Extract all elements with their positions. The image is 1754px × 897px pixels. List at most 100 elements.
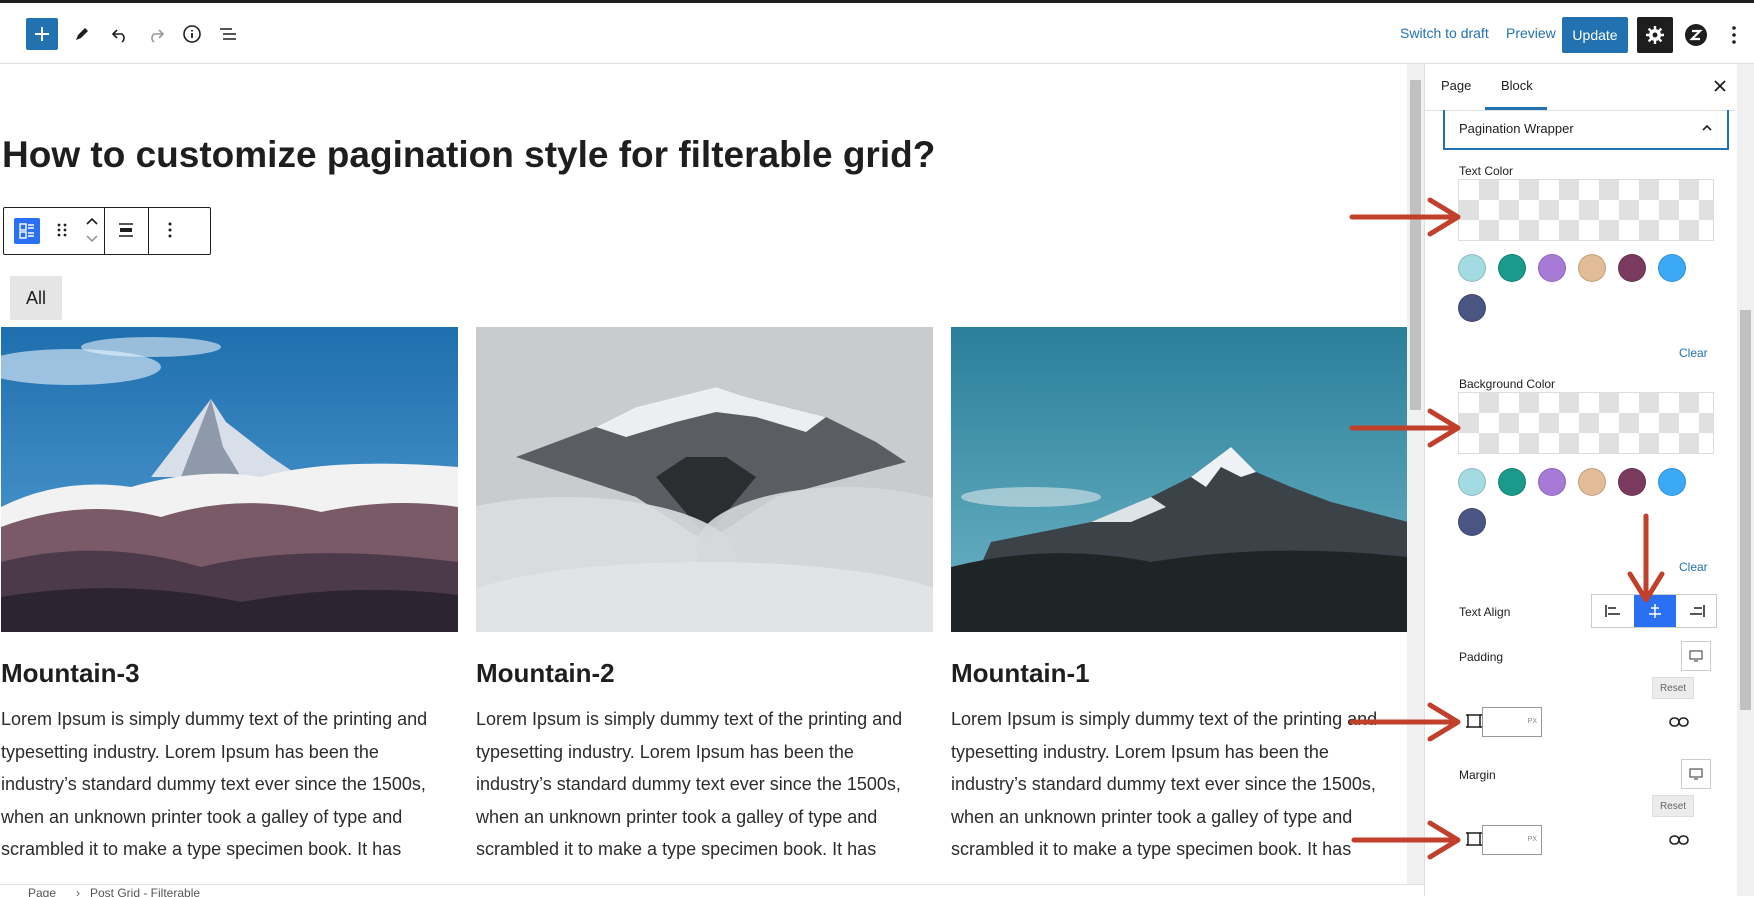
redo-button[interactable] [140,18,172,50]
settings-sidebar: Page Block Pagination Wrapper Text Color… [1424,64,1754,896]
align-right-button[interactable] [1676,595,1718,627]
filter-all-button[interactable]: All [10,276,62,320]
close-sidebar-button[interactable] [1711,78,1729,96]
settings-button[interactable] [1637,17,1673,53]
desktop-icon [1689,768,1703,780]
align-button[interactable] [112,216,140,244]
toolbar-divider [148,208,149,254]
background-color-clear-button[interactable]: Clear [1679,560,1708,574]
align-left-icon [1605,605,1620,617]
plus-icon [35,27,49,41]
more-options-icon[interactable] [1726,21,1742,49]
align-right-icon [1690,605,1705,617]
color-swatch[interactable] [1578,468,1606,496]
editor-canvas: How to customize pagination style for fi… [0,64,1407,884]
color-swatch[interactable] [1618,254,1646,282]
pencil-icon [76,28,88,40]
color-swatch[interactable] [1458,254,1486,282]
move-up-down-icon [86,217,98,243]
post-excerpt: Lorem Ipsum is simply dummy text of the … [476,709,903,859]
background-color-label: Background Color [1459,377,1556,391]
all-sides-icon[interactable] [1465,830,1483,848]
text-color-label: Text Color [1459,164,1514,178]
tools-button[interactable] [66,18,98,50]
link-sides-icon[interactable] [1669,715,1689,729]
color-swatch[interactable] [1458,294,1486,322]
update-button[interactable]: Update [1562,17,1628,53]
padding-input[interactable]: PX [1482,707,1542,737]
panel-title: Pagination Wrapper [1459,121,1574,136]
align-center-button[interactable] [1634,595,1676,627]
page-title[interactable]: How to customize pagination style for fi… [2,134,935,176]
drag-handle-icon [57,223,67,237]
block-options-button[interactable] [156,216,184,244]
undo-button[interactable] [104,18,136,50]
block-type-button[interactable] [14,218,40,244]
link-sides-icon[interactable] [1669,833,1689,847]
color-swatch[interactable] [1658,254,1686,282]
color-swatch[interactable] [1498,254,1526,282]
text-color-clear-button[interactable]: Clear [1679,346,1708,360]
padding-device-toggle[interactable] [1681,641,1711,671]
switch-to-draft-link[interactable]: Switch to draft [1400,25,1489,41]
block-toolbar [3,207,211,255]
list-view-button[interactable] [212,18,244,50]
align-left-button[interactable] [1592,595,1634,627]
align-center-icon [1649,604,1661,618]
color-swatch[interactable] [1538,254,1566,282]
plugin-logo-icon[interactable] [1684,23,1708,47]
post-title[interactable]: Mountain-3 [1,658,458,689]
margin-device-toggle[interactable] [1681,759,1711,789]
color-swatch[interactable] [1658,468,1686,496]
post-excerpt: Lorem Ipsum is simply dummy text of the … [1,709,428,859]
list-view-icon [220,28,236,40]
editor-header-toolbar: Switch to draft Preview Update [0,3,1754,64]
mountain-image [1,327,458,632]
close-icon [1714,80,1726,92]
post-excerpt: Lorem Ipsum is simply dummy text of the … [951,709,1378,859]
padding-reset-button[interactable]: Reset [1652,677,1694,699]
margin-input[interactable]: PX [1482,825,1542,855]
add-block-button[interactable] [26,18,58,50]
sidebar-scrollbar-thumb[interactable] [1740,310,1751,710]
padding-label: Padding [1459,650,1504,664]
color-swatch[interactable] [1498,468,1526,496]
color-swatch[interactable] [1458,508,1486,536]
color-swatch[interactable] [1618,468,1646,496]
preview-link[interactable]: Preview [1506,25,1556,41]
sidebar-tabs: Page Block [1425,64,1735,111]
breadcrumb-item[interactable]: Post Grid - Filterable [90,886,200,897]
undo-icon [111,29,125,43]
drag-handle[interactable] [48,216,76,244]
color-swatch[interactable] [1578,254,1606,282]
post-title[interactable]: Mountain-2 [476,658,933,689]
color-swatch[interactable] [1458,468,1486,496]
align-wide-icon [119,223,133,237]
breadcrumb: Page › Post Grid - Filterable [0,884,1424,897]
color-swatch[interactable] [1538,468,1566,496]
mountain-image [951,327,1407,632]
tab-page[interactable]: Page [1441,78,1471,93]
post-grid-icon [19,223,34,239]
margin-reset-button[interactable]: Reset [1652,795,1694,817]
margin-unit: PX [1527,836,1537,843]
breadcrumb-separator-icon: › [76,886,80,897]
post-card: Mountain-3 Lorem Ipsum is simply dummy t… [1,327,458,866]
move-block-buttons[interactable] [78,216,106,244]
redo-icon [151,29,165,43]
mountain-image [476,327,933,632]
editor-scrollbar-thumb[interactable] [1410,80,1421,410]
info-icon [183,25,201,43]
tab-block[interactable]: Block [1501,78,1533,93]
text-align-control [1591,594,1717,628]
pagination-wrapper-panel-toggle[interactable]: Pagination Wrapper [1443,110,1729,150]
details-button[interactable] [176,18,208,50]
chevron-up-icon [1702,124,1712,131]
desktop-icon [1689,650,1703,662]
text-color-preview[interactable] [1458,179,1714,241]
all-sides-icon[interactable] [1465,712,1483,730]
breadcrumb-item[interactable]: Page [28,886,56,897]
margin-label: Margin [1459,768,1496,782]
background-color-preview[interactable] [1458,392,1714,454]
post-title[interactable]: Mountain-1 [951,658,1407,689]
